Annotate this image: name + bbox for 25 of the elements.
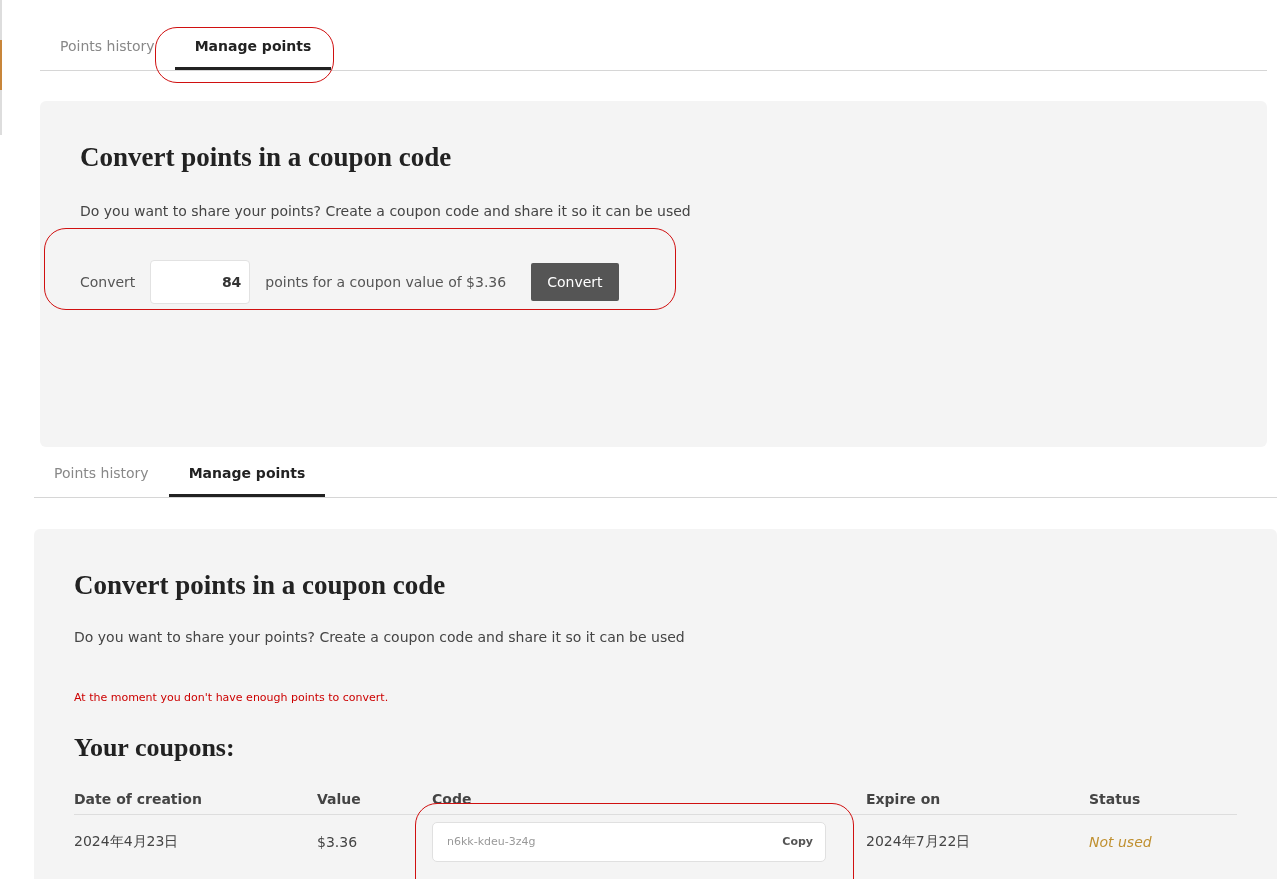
warning-text: At the moment you don't have enough points to convert. — [74, 690, 390, 706]
column-header: Date of creation — [74, 791, 203, 807]
edge-accent — [0, 40, 2, 90]
points-input[interactable]: 84 — [150, 260, 251, 304]
tab[interactable]: Points history — [34, 451, 169, 497]
table-cell-text: 2024年4月23日 — [74, 832, 180, 851]
table-cell-text: $3.36 — [317, 833, 359, 850]
column-header: Status — [1089, 791, 1142, 807]
convert-button[interactable]: Convert — [531, 263, 619, 301]
table-cell-text: 2024年7月22日 — [866, 832, 972, 851]
copy-button[interactable]: Copy — [782, 835, 813, 848]
card-title: Convert points in a coupon code — [80, 141, 453, 173]
column-header: Value — [317, 791, 362, 807]
tab[interactable]: Manage points — [168, 451, 326, 497]
coupon-code-field[interactable]: n6kk-kdeu-3z4g Copy — [432, 821, 826, 862]
tab[interactable]: Manage points — [174, 24, 332, 70]
coupon-value-text: points for a coupon value of $3.36 — [265, 273, 507, 292]
description-text: Do you want to share your points? Create a coupon code and share it so it can be used — [80, 202, 692, 221]
column-header: Expire on — [866, 791, 942, 807]
status-text: Not used — [1089, 833, 1153, 850]
tab[interactable]: Points history — [40, 24, 175, 70]
section-title: Your coupons: — [74, 732, 236, 764]
card-title: Convert points in a coupon code — [74, 569, 447, 601]
convert-label: Convert — [80, 273, 136, 292]
description-text: Do you want to share your points? Create a coupon code and share it so it can be used — [74, 628, 686, 647]
